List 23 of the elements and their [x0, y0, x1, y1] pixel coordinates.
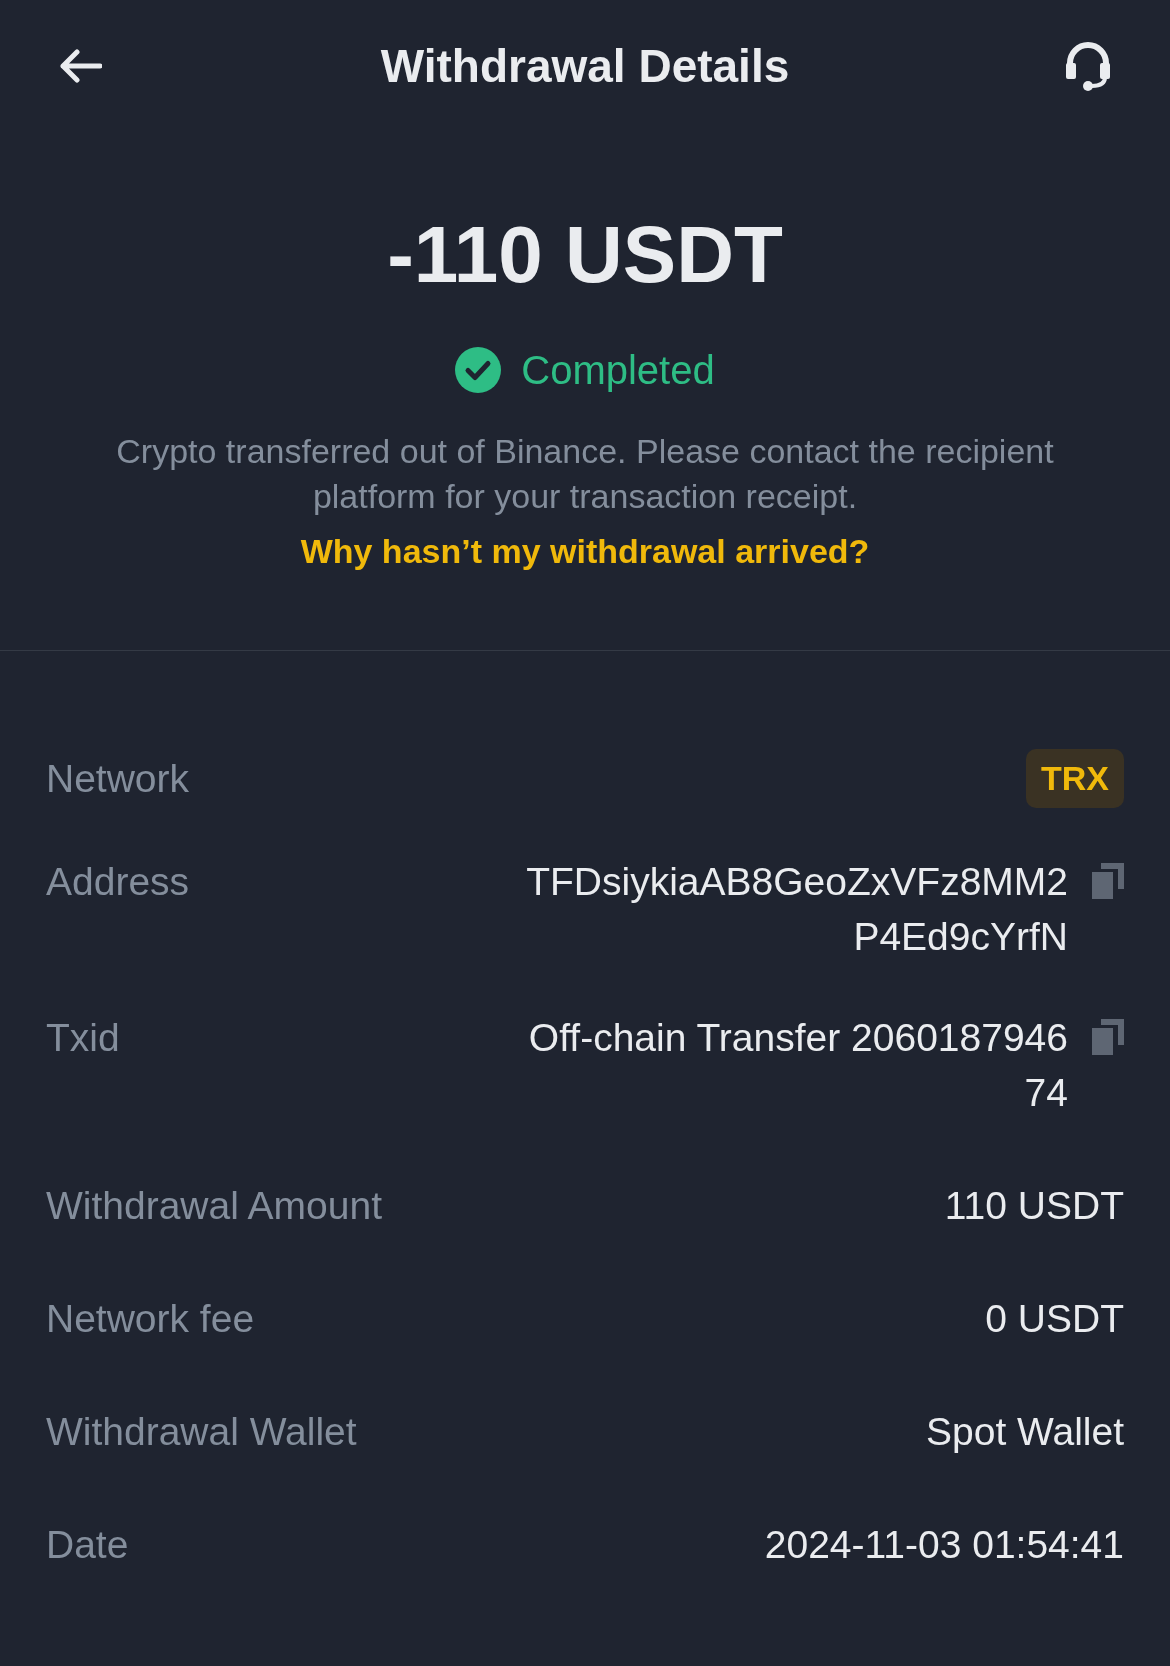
detail-value: 0 USDT [985, 1296, 1124, 1342]
detail-value: TFDsiykiaAB8GeoZxVFz8MM2P4Ed9cYrfN [525, 859, 1068, 960]
detail-value: Off-chain Transfer 206018794674 [527, 1015, 1068, 1116]
detail-label: Date [46, 1522, 129, 1568]
detail-label: Withdrawal Amount [46, 1183, 382, 1229]
page-title: Withdrawal Details [380, 39, 790, 94]
detail-value: 2024-11-03 01:54:41 [764, 1522, 1124, 1568]
detail-label: Txid [46, 1015, 120, 1061]
detail-label: Network fee [46, 1296, 255, 1342]
copy-icon[interactable] [1092, 1019, 1124, 1055]
back-icon[interactable] [58, 49, 102, 83]
help-link[interactable]: Why hasn’t my withdrawal arrived? [300, 529, 870, 574]
detail-value: 110 USDT [944, 1183, 1124, 1229]
detail-label: Network [46, 756, 190, 802]
headset-icon[interactable] [1064, 41, 1112, 91]
amount-value: -110 USDT [387, 209, 783, 301]
detail-value: Spot Wallet [926, 1409, 1124, 1455]
detail-label: Address [46, 859, 190, 905]
detail-label: Withdrawal Wallet [46, 1409, 357, 1455]
status-label: Completed [521, 347, 715, 394]
info-message: Crypto transferred out of Binance. Please contact the recipient platform for your transaction receipt. [115, 431, 1055, 517]
copy-icon[interactable] [1092, 863, 1124, 899]
network-tag: TRX [1026, 749, 1124, 808]
